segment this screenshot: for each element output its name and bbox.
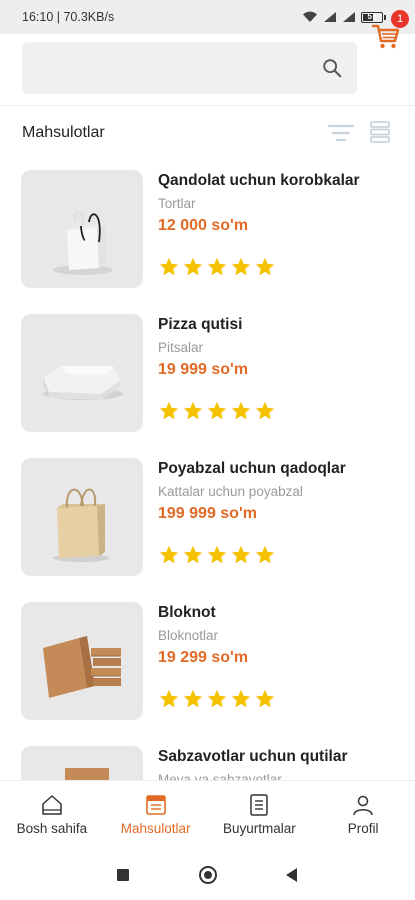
product-image[interactable] (21, 746, 143, 780)
star-icon (183, 545, 203, 564)
kraft-box-image (65, 768, 109, 780)
product-rating (158, 544, 276, 566)
star-icon (183, 689, 203, 708)
nav-label: Profil (347, 821, 379, 836)
product-image[interactable] (21, 602, 143, 720)
status-bar: 16:10 | 70.3KB/s 57 (0, 0, 415, 34)
star-icon (159, 257, 179, 276)
nav-item-profile[interactable]: Profil (311, 781, 415, 850)
product-card[interactable]: Pizza qutisi Pitsalar 19 999 so'm (0, 304, 415, 448)
signal-icon (324, 12, 336, 22)
filter-icon[interactable] (327, 122, 355, 144)
nav-label: Buyurtmalar (222, 821, 296, 836)
star-icon (255, 689, 275, 708)
star-icon (159, 689, 179, 708)
product-category: Kattalar uchun poyabzal (158, 484, 303, 499)
search-icon[interactable] (321, 57, 343, 79)
recent-apps-icon[interactable] (117, 869, 129, 881)
star-icon (207, 257, 227, 276)
kraft-paper-bag-image (53, 488, 109, 562)
star-icon (183, 257, 203, 276)
bottom-nav: Bosh sahifa Mahsulotlar Buyurtmalar Prof… (0, 780, 415, 850)
product-name[interactable]: Poyabzal uchun qadoqlar (158, 460, 346, 478)
nav-label: Bosh sahifa (16, 821, 88, 836)
star-icon (207, 689, 227, 708)
nav-item-orders[interactable]: Buyurtmalar (208, 781, 312, 850)
star-icon (231, 401, 251, 420)
product-rating (158, 256, 276, 278)
product-card[interactable]: Sabzavotlar uchun qutilar Meva va sabzav… (0, 736, 415, 780)
product-list[interactable]: Qandolat uchun korobkalar Tortlar 12 000… (0, 160, 415, 780)
star-icon (159, 401, 179, 420)
star-icon (159, 545, 179, 564)
kraft-box-stack-image (43, 636, 121, 698)
star-icon (207, 401, 227, 420)
star-icon (207, 545, 227, 564)
cart-badge: 1 (391, 10, 409, 28)
profile-icon (353, 795, 373, 816)
product-name[interactable]: Bloknot (158, 604, 216, 622)
product-name[interactable]: Qandolat uchun korobkalar (158, 172, 360, 190)
product-price: 12 000 so'm (158, 217, 249, 234)
product-image[interactable] (21, 458, 143, 576)
page-title: Mahsulotlar (22, 124, 105, 141)
search-input[interactable] (22, 42, 312, 94)
product-price: 199 999 so'm (158, 505, 257, 522)
product-name[interactable]: Pizza qutisi (158, 316, 242, 334)
system-nav-bar (0, 850, 415, 900)
nav-label: Mahsulotlar (120, 821, 191, 836)
orders-icon (250, 794, 269, 816)
home-icon (42, 795, 62, 815)
signal-icon-2 (343, 12, 355, 22)
back-icon[interactable] (286, 868, 297, 882)
product-image[interactable] (21, 314, 143, 432)
catalog-icon (145, 795, 166, 815)
white-gift-bag-image (53, 211, 113, 275)
product-rating (158, 400, 276, 422)
product-card[interactable]: Poyabzal uchun qadoqlar Kattalar uchun p… (0, 448, 415, 592)
product-rating (158, 688, 276, 710)
star-icon (231, 257, 251, 276)
product-category: Pitsalar (158, 340, 204, 355)
product-card[interactable]: Qandolat uchun korobkalar Tortlar 12 000… (0, 160, 415, 304)
product-price: 19 299 so'm (158, 649, 249, 666)
white-pizza-box-image (43, 366, 123, 400)
home-button-icon[interactable] (199, 866, 217, 884)
wifi-icon (303, 11, 317, 22)
product-category: Tortlar (158, 196, 196, 211)
nav-item-home[interactable]: Bosh sahifa (0, 781, 104, 850)
product-category: Bloknotlar (158, 628, 219, 643)
product-category: Meva va sabzavotlar (158, 772, 282, 780)
list-view-icon[interactable] (369, 120, 391, 144)
product-card[interactable]: Bloknot Bloknotlar 19 299 so'm (0, 592, 415, 736)
product-image[interactable] (21, 170, 143, 288)
star-icon (255, 401, 275, 420)
status-time: 16:10 | 70.3KB/s (22, 10, 115, 24)
star-icon (231, 689, 251, 708)
nav-item-products[interactable]: Mahsulotlar (104, 781, 208, 850)
section-header: Mahsulotlar (0, 106, 415, 158)
star-icon (231, 545, 251, 564)
product-price: 19 999 so'm (158, 361, 249, 378)
search-box[interactable] (22, 42, 357, 94)
product-name[interactable]: Sabzavotlar uchun qutilar (158, 748, 347, 766)
star-icon (255, 257, 275, 276)
top-bar (0, 34, 415, 106)
star-icon (183, 401, 203, 420)
star-icon (255, 545, 275, 564)
